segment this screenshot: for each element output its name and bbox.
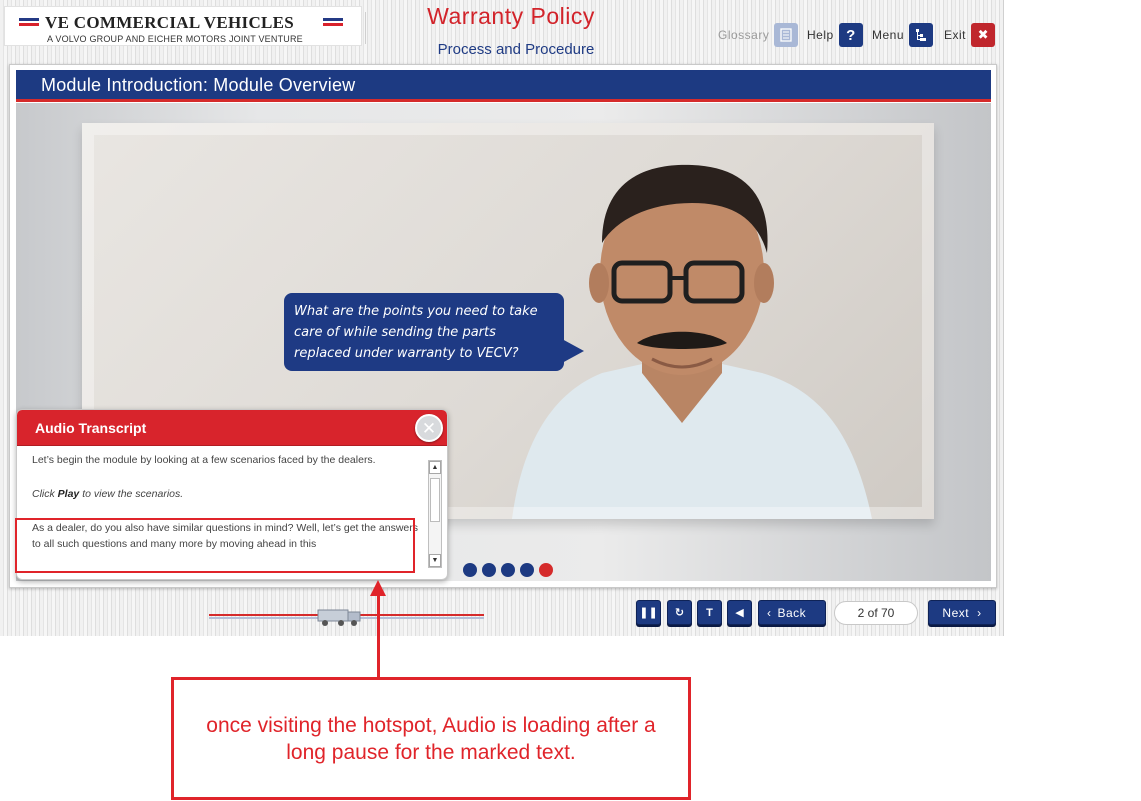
progress-dot[interactable]	[520, 563, 534, 577]
speaker-icon: ◀	[735, 607, 744, 619]
logo-stripes-left	[19, 18, 39, 27]
annotation-note-text: once visiting the hotspot, Audio is load…	[206, 713, 656, 764]
menu-icon	[909, 23, 934, 47]
menu-button[interactable]: Menu	[872, 22, 934, 48]
transcript-paragraph: Let’s begin the module by looking at a f…	[32, 454, 376, 466]
speech-bubble-text: What are the points you need to take car…	[294, 304, 538, 361]
progress-dot[interactable]	[501, 563, 515, 577]
header: VE COMMERCIAL VEHICLES A VOLVO GROUP AND…	[0, 0, 1004, 62]
course-title: Warranty Policy	[427, 3, 595, 29]
help-label: Help	[807, 28, 834, 42]
replay-button[interactable]: ↻	[667, 600, 692, 625]
exit-icon: ✖	[971, 23, 996, 47]
exit-button[interactable]: Exit ✖	[944, 22, 996, 48]
next-label: Next	[942, 605, 970, 620]
truck-icon	[317, 609, 361, 626]
scroll-up-icon[interactable]: ▲	[429, 461, 441, 474]
pause-icon: ❚❚	[639, 607, 658, 619]
text-icon: T	[706, 606, 713, 619]
marked-text-highlight	[15, 518, 415, 573]
course-subtitle: Process and Procedure	[437, 41, 595, 58]
glossary-button[interactable]: Glossary	[718, 22, 799, 48]
transcript-title: Audio Transcript	[35, 420, 147, 436]
chevron-left-icon: ‹	[767, 605, 772, 620]
header-divider	[365, 12, 366, 44]
transcript-scrollbar[interactable]: ▲ ▼	[428, 460, 442, 568]
progress-dot[interactable]	[463, 563, 477, 577]
annotation-arrow-line	[377, 588, 380, 680]
glossary-label: Glossary	[718, 28, 770, 42]
audio-toggle-button[interactable]: ◀	[727, 600, 752, 625]
transcript-text-bold: Play	[57, 488, 80, 500]
exit-label: Exit	[944, 28, 967, 42]
speech-bubble: What are the points you need to take car…	[284, 293, 584, 371]
transcript-text: to view the scenarios.	[79, 488, 184, 500]
logo-stripes-right	[323, 18, 343, 27]
transcript-text: Click	[32, 488, 58, 500]
next-button[interactable]: Next ›	[928, 600, 996, 625]
help-icon: ?	[838, 23, 863, 47]
transcript-paragraph: Click Play to view the scenarios.	[32, 486, 425, 502]
replay-icon: ↻	[674, 607, 685, 619]
scenario-progress-dots	[463, 563, 553, 577]
chevron-right-icon: ›	[977, 605, 982, 620]
slide-titlebar: Module Introduction: Module Overview	[16, 70, 991, 102]
logo-title: VE COMMERCIAL VEHICLES	[45, 13, 295, 32]
close-transcript-button[interactable]: ✕	[415, 414, 443, 442]
back-label: Back	[777, 605, 807, 620]
logo-subtitle: A VOLVO GROUP AND EICHER MOTORS JOINT VE…	[47, 34, 303, 44]
transcript-toggle-button[interactable]: T	[697, 600, 722, 625]
transcript-header: Audio Transcript ✕	[17, 410, 447, 446]
pause-button[interactable]: ❚❚	[636, 600, 661, 625]
progress-dot[interactable]	[482, 563, 496, 577]
brand-logo: VE COMMERCIAL VEHICLES A VOLVO GROUP AND…	[4, 6, 362, 46]
menu-label: Menu	[872, 28, 905, 42]
annotation-note-box: once visiting the hotspot, Audio is load…	[171, 677, 691, 800]
course-player-window: VE COMMERCIAL VEHICLES A VOLVO GROUP AND…	[0, 0, 1004, 636]
scroll-thumb[interactable]	[430, 478, 440, 522]
back-button[interactable]: ‹ Back	[758, 600, 826, 625]
progress-dot-active[interactable]	[539, 563, 553, 577]
page-indicator: 2 of 70	[834, 601, 918, 625]
help-button[interactable]: Help ?	[807, 22, 863, 48]
scroll-down-icon[interactable]: ▼	[429, 554, 441, 567]
slide-title: Module Introduction: Module Overview	[41, 75, 356, 95]
glossary-icon	[774, 23, 799, 47]
close-icon: ✕	[421, 418, 437, 438]
